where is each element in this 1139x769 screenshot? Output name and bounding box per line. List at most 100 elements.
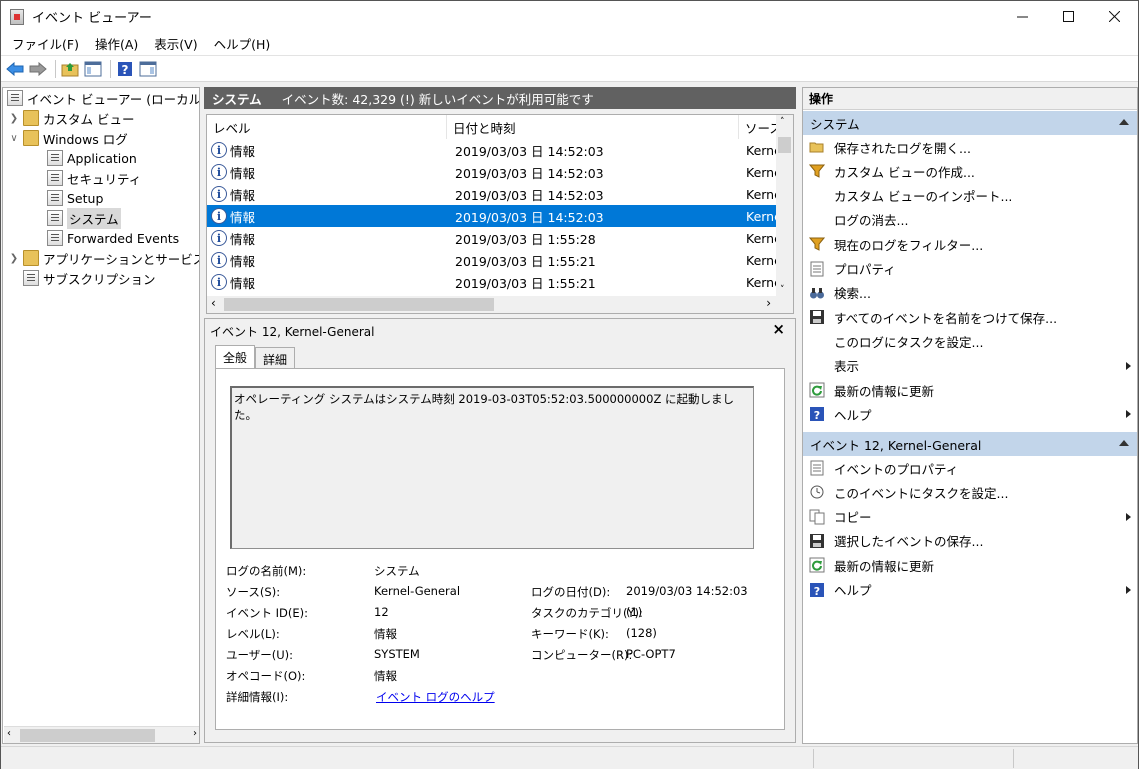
minimize-button[interactable] <box>999 1 1045 32</box>
action-item[interactable]: 現在のログをフィルター... <box>803 232 1137 256</box>
action-item[interactable]: カスタム ビューのインポート... <box>803 184 1137 208</box>
expand-chevron-icon[interactable]: ❯ <box>7 253 21 264</box>
action-item[interactable]: このログにタスクを設定... <box>803 329 1137 353</box>
scroll-left-icon[interactable]: ‹ <box>7 728 11 739</box>
action-item[interactable]: コピー <box>803 505 1137 529</box>
label-computer: コンピューター(R): <box>531 648 633 662</box>
value-logged: 2019/03/03 14:52:03 <box>626 584 748 598</box>
column-header-source[interactable]: ソース <box>739 115 779 139</box>
information-icon: i <box>211 186 227 202</box>
folder-icon <box>23 110 39 126</box>
scroll-left-icon[interactable]: ‹ <box>211 296 216 310</box>
submenu-arrow-icon <box>1126 585 1131 594</box>
event-row[interactable]: i情報 2019/03/03 日 14:52:03 Kernel-General <box>207 139 777 161</box>
action-item[interactable]: すべてのイベントを名前をつけて保存... <box>803 305 1137 329</box>
close-button[interactable] <box>1091 1 1137 32</box>
action-item[interactable]: イベントのプロパティ <box>803 456 1137 480</box>
forward-button[interactable] <box>28 59 48 79</box>
collapse-chevron-icon[interactable]: ∨ <box>7 133 21 144</box>
column-header-level[interactable]: レベル <box>207 115 447 139</box>
event-row[interactable]: i情報 2019/03/03 日 14:52:03 Kernel-General <box>207 183 777 205</box>
tree-item-windows-logs[interactable]: ∨ Windows ログ <box>7 128 128 148</box>
scroll-down-icon[interactable]: ˅ <box>780 285 785 295</box>
detail-close-icon[interactable]: × <box>772 320 785 338</box>
event-row[interactable]: i情報 2019/03/03 日 14:52:03 Kernel-General <box>207 205 777 227</box>
tree-item-root[interactable]: イベント ビューアー (ローカル) <box>5 88 199 108</box>
tree-item-security[interactable]: セキュリティ <box>45 168 141 188</box>
event-message[interactable]: オペレーティング システムはシステム時刻 2019-03-03T05:52:03… <box>230 386 754 549</box>
event-datetime-cell: 2019/03/03 日 14:52:03 <box>455 187 604 203</box>
tree-item-apps-services[interactable]: ❯ アプリケーションとサービス ログ <box>7 248 199 268</box>
label-opcode: オペコード(O): <box>226 669 306 683</box>
event-row[interactable]: i情報 2019/03/03 日 1:55:21 Kernel-General <box>207 271 777 293</box>
actions-section-system[interactable]: システム <box>803 111 1137 135</box>
submenu-arrow-icon <box>1126 512 1131 521</box>
action-item[interactable]: 表示 <box>803 354 1137 378</box>
label-user: ユーザー(U): <box>226 648 294 662</box>
tab-details[interactable]: 詳細 <box>255 347 296 369</box>
menu-view[interactable]: 表示(V) <box>146 34 205 53</box>
column-header-datetime[interactable]: 日付と時刻 <box>447 115 739 139</box>
tree-item-application[interactable]: Application <box>45 148 137 168</box>
tree-item-subscriptions[interactable]: サブスクリプション <box>21 268 156 288</box>
event-source-cell: Kernel-General <box>746 230 777 246</box>
collapse-caret-icon[interactable] <box>1119 440 1129 446</box>
action-item[interactable]: 検索... <box>803 281 1137 305</box>
action-item[interactable]: このイベントにタスクを設定... <box>803 480 1137 504</box>
action-item[interactable]: 選択したイベントの保存... <box>803 529 1137 553</box>
event-row[interactable]: i情報 2019/03/03 日 1:55:28 Kernel-General <box>207 227 777 249</box>
save-icon <box>809 309 825 325</box>
blank-icon <box>809 212 825 228</box>
actions-section-event[interactable]: イベント 12, Kernel-General <box>803 432 1137 456</box>
menu-action[interactable]: 操作(A) <box>87 34 146 53</box>
blank-icon <box>809 188 825 204</box>
scroll-thumb[interactable] <box>778 137 791 153</box>
tree-item-custom-views[interactable]: ❯ カスタム ビュー <box>7 108 134 128</box>
action-item[interactable]: ? ヘルプ <box>803 402 1137 426</box>
collapse-caret-icon[interactable] <box>1119 119 1129 125</box>
label-event-id: イベント ID(E): <box>226 606 309 620</box>
action-item[interactable]: 最新の情報に更新 <box>803 378 1137 402</box>
scroll-up-icon[interactable]: ˄ <box>780 117 785 127</box>
folder-icon <box>23 130 39 146</box>
help-button[interactable]: ? <box>115 59 135 79</box>
scroll-thumb[interactable] <box>20 729 155 742</box>
action-label: 現在のログをフィルター... <box>834 237 984 253</box>
maximize-button[interactable] <box>1045 1 1091 32</box>
menu-help[interactable]: ヘルプ(H) <box>206 34 279 53</box>
expand-chevron-icon[interactable]: ❯ <box>7 113 21 124</box>
event-level-cell: i 情報 <box>211 161 445 183</box>
action-item[interactable]: ログの消去... <box>803 208 1137 232</box>
scroll-thumb[interactable] <box>224 298 494 311</box>
tree-item-setup[interactable]: Setup <box>45 188 103 208</box>
event-list-vertical-scrollbar[interactable]: ˄ ˅ <box>776 115 793 297</box>
action-item[interactable]: 保存されたログを開く... <box>803 135 1137 159</box>
properties-icon <box>809 460 825 476</box>
value-opcode: 情報 <box>374 669 397 683</box>
action-label: コピー <box>834 510 872 526</box>
action-item[interactable]: プロパティ <box>803 257 1137 281</box>
event-list-horizontal-scrollbar[interactable]: ‹ › <box>207 296 793 313</box>
show-action-pane-button[interactable] <box>138 59 158 79</box>
back-button[interactable] <box>5 59 25 79</box>
up-folder-button[interactable] <box>60 59 80 79</box>
action-label: ヘルプ <box>834 407 872 423</box>
event-row[interactable]: i情報 2019/03/03 日 1:55:21 Kernel-General <box>207 249 777 271</box>
event-log-help-link[interactable]: イベント ログのヘルプ <box>376 689 495 705</box>
toolbar-separator <box>110 59 111 78</box>
show-hide-tree-button[interactable] <box>83 59 103 79</box>
action-item[interactable]: カスタム ビューの作成... <box>803 159 1137 183</box>
refresh-icon <box>809 382 825 398</box>
tree-horizontal-scrollbar[interactable]: ‹ › <box>4 726 199 743</box>
action-item[interactable]: 最新の情報に更新 <box>803 553 1137 577</box>
tab-general[interactable]: 全般 <box>215 345 256 369</box>
tree-item-forwarded-events[interactable]: Forwarded Events <box>45 228 179 248</box>
scroll-right-icon[interactable]: › <box>193 728 197 739</box>
tree-item-system[interactable]: システム <box>45 207 121 229</box>
help-icon: ? <box>809 582 825 598</box>
menu-file[interactable]: ファイル(F) <box>4 34 87 53</box>
scroll-right-icon[interactable]: › <box>766 296 771 310</box>
status-segment <box>813 749 1013 768</box>
event-row[interactable]: i情報 2019/03/03 日 14:52:03 Kernel-General <box>207 161 777 183</box>
action-item[interactable]: ? ヘルプ <box>803 578 1137 602</box>
